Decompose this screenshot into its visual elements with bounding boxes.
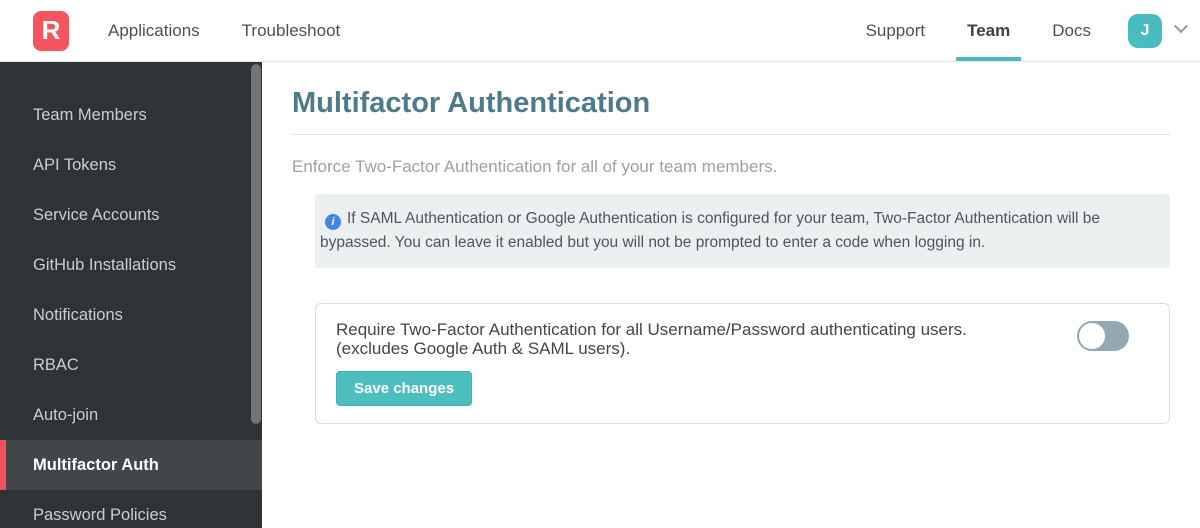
nav-link-applications[interactable]: Applications xyxy=(97,0,211,61)
navbar-right-links: Support Team Docs J xyxy=(835,0,1189,61)
top-navbar: R Applications Troubleshoot Support Team… xyxy=(0,0,1200,62)
nav-link-docs[interactable]: Docs xyxy=(1041,0,1102,61)
page-description: Enforce Two-Factor Authentication for al… xyxy=(292,156,778,176)
title-divider xyxy=(292,133,1170,135)
save-changes-button[interactable]: Save changes xyxy=(336,370,473,406)
sidebar-scrollbar-thumb[interactable] xyxy=(251,64,261,424)
info-note-text: If SAML Authentication or Google Authent… xyxy=(320,209,1101,251)
info-icon: i xyxy=(325,213,341,230)
main-content: Multifactor Authentication Enforce Two-F… xyxy=(262,62,1200,528)
sidebar-item-service-accounts[interactable]: Service Accounts xyxy=(0,190,262,240)
sidebar-item-notifications[interactable]: Notifications xyxy=(0,290,262,340)
two-factor-setting-card: Require Two-Factor Authentication for al… xyxy=(315,302,1170,424)
sidebar-item-team-members[interactable]: Team Members xyxy=(0,90,262,140)
sidebar-item-auto-join[interactable]: Auto-join xyxy=(0,390,262,440)
nav-link-troubleshoot[interactable]: Troubleshoot xyxy=(231,0,352,61)
avatar[interactable]: J xyxy=(1128,13,1162,48)
nav-link-support[interactable]: Support xyxy=(855,0,937,61)
sidebar-item-github-installations[interactable]: GitHub Installations xyxy=(0,240,262,290)
page-title: Multifactor Authentication xyxy=(292,87,651,119)
two-factor-toggle[interactable] xyxy=(1077,320,1129,351)
sidebar-item-api-tokens[interactable]: API Tokens xyxy=(0,140,262,190)
sidebar-item-multifactor-auth[interactable]: Multifactor Auth xyxy=(0,440,262,490)
settings-sidebar: Team Members API Tokens Service Accounts… xyxy=(0,62,262,528)
info-note: i If SAML Authentication or Google Authen… xyxy=(315,193,1170,268)
chevron-down-icon[interactable] xyxy=(1173,18,1189,33)
nav-link-team[interactable]: Team xyxy=(956,0,1022,61)
setting-label-line1: Require Two-Factor Authentication for al… xyxy=(336,319,967,339)
app-logo[interactable]: R xyxy=(33,10,69,51)
user-menu[interactable]: J xyxy=(1128,13,1189,48)
sidebar-item-password-policies[interactable]: Password Policies xyxy=(0,490,262,528)
sidebar-item-rbac[interactable]: RBAC xyxy=(0,340,262,390)
setting-label-line2: (excludes Google Auth & SAML users). xyxy=(336,338,631,358)
two-factor-setting-label: Require Two-Factor Authentication for al… xyxy=(336,320,1047,358)
navbar-left-links: Applications Troubleshoot xyxy=(97,0,371,61)
toggle-knob xyxy=(1079,322,1105,349)
